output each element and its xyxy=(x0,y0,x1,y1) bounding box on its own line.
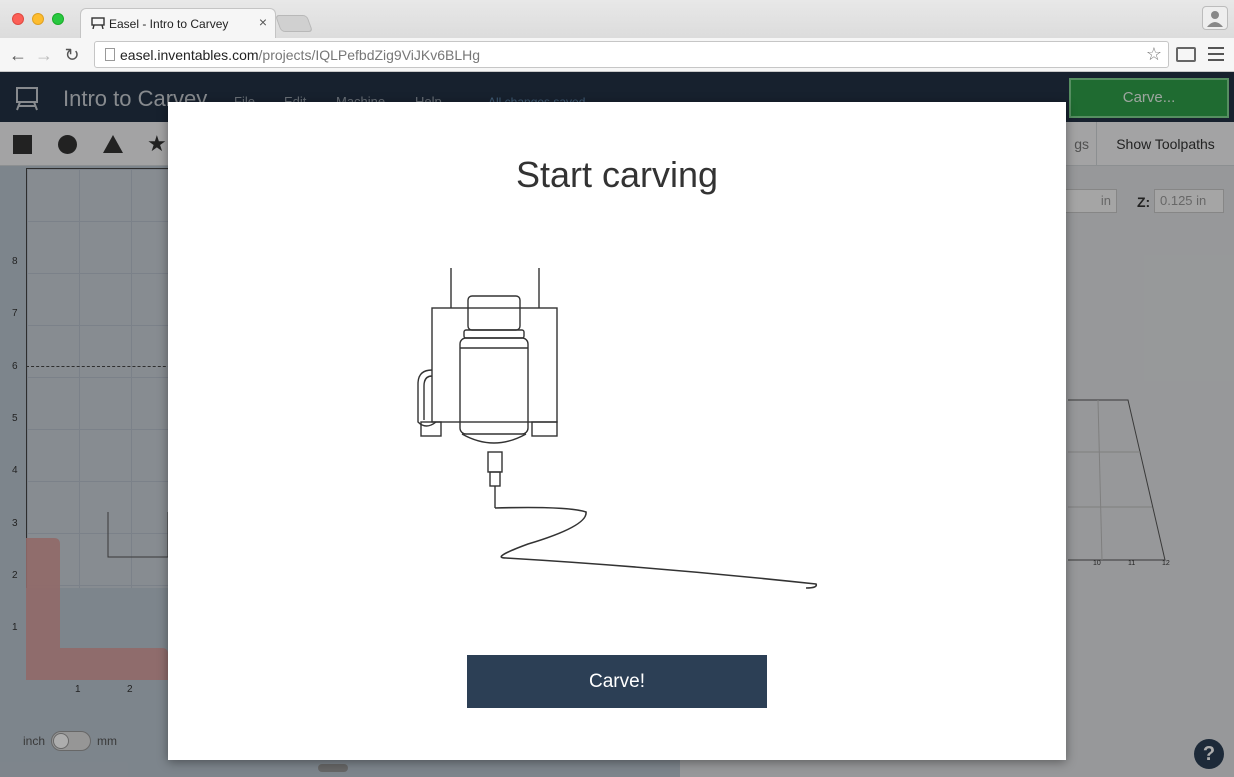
profile-icon[interactable] xyxy=(1202,6,1228,30)
browser-tab[interactable]: Easel - Intro to Carvey × xyxy=(80,8,276,38)
modal-carve-button[interactable]: Carve! xyxy=(467,655,767,708)
browser-menu-icon[interactable] xyxy=(1208,47,1224,61)
maximize-window-icon[interactable] xyxy=(52,13,64,25)
reload-icon[interactable]: ↻ xyxy=(60,43,84,67)
screen: Easel - Intro to Carvey × ← → ↻ easel.in… xyxy=(0,0,1234,777)
forward-icon[interactable]: → xyxy=(32,43,56,67)
browser-tabstrip: Easel - Intro to Carvey × xyxy=(0,0,1234,38)
address-bar[interactable]: easel.inventables.com/projects/IQLPefbdZ… xyxy=(94,41,1169,68)
url-text: easel.inventables.com/projects/IQLPefbdZ… xyxy=(120,47,481,63)
cast-icon[interactable] xyxy=(1176,47,1196,62)
start-carving-modal: Start carving Carve! xyxy=(168,102,1066,760)
new-tab-button[interactable] xyxy=(274,15,314,32)
page-icon xyxy=(105,48,115,61)
back-icon[interactable]: ← xyxy=(6,43,30,67)
easel-favicon-icon xyxy=(91,17,105,29)
modal-title: Start carving xyxy=(515,154,719,195)
tab-close-icon[interactable]: × xyxy=(259,14,267,30)
close-window-icon[interactable] xyxy=(12,13,24,25)
spindle-illustration xyxy=(417,268,818,589)
bookmark-star-icon[interactable]: ☆ xyxy=(1146,44,1162,65)
browser-toolbar: ← → ↻ easel.inventables.com/projects/IQL… xyxy=(0,38,1234,72)
minimize-window-icon[interactable] xyxy=(32,13,44,25)
tab-title: Easel - Intro to Carvey xyxy=(109,17,229,31)
